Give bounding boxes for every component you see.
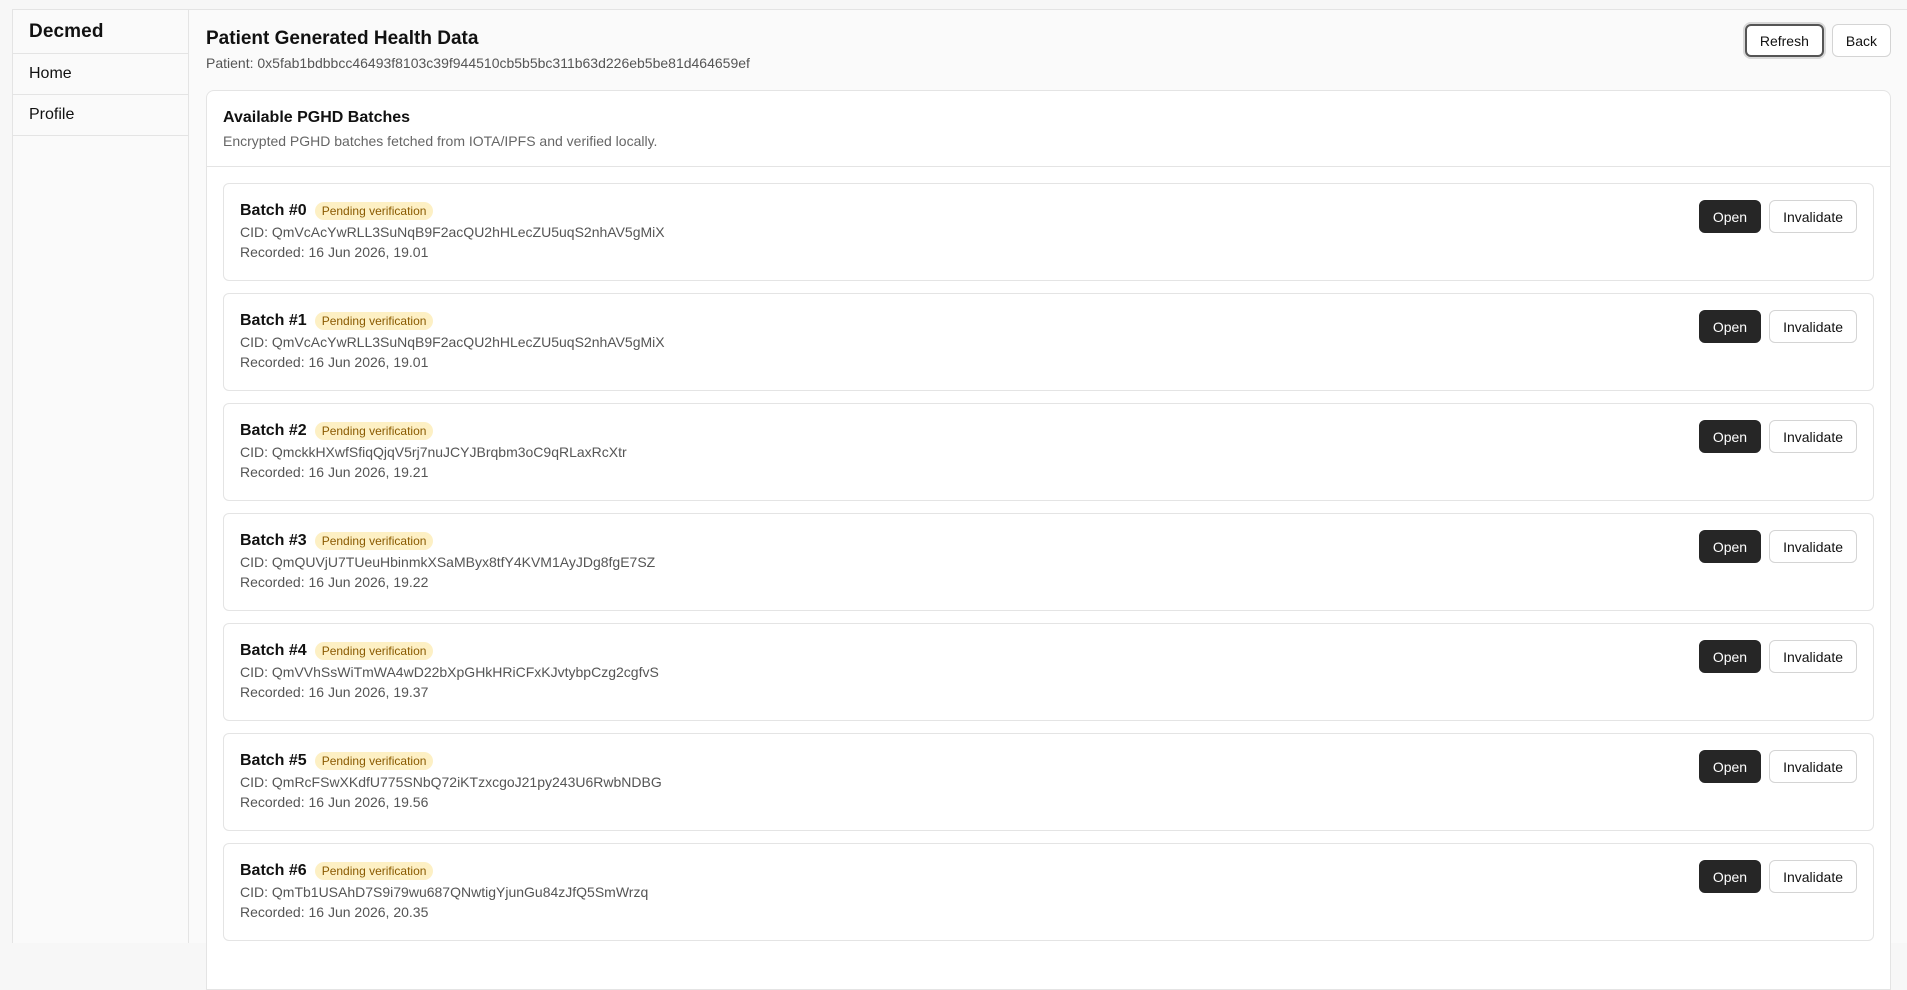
batch-recorded: Recorded: 16 Jun 2026, 19.37 — [240, 684, 1857, 700]
batch-title: Batch #1 — [240, 312, 307, 330]
batch-recorded: Recorded: 16 Jun 2026, 19.56 — [240, 794, 1857, 810]
batch-cid: CID: QmRcFSwXKdfU775SNbQ72iKTzxcgoJ21py2… — [240, 774, 1857, 790]
batch-cid: CID: QmckkHXwfSfiqQjqV5rj7nuJCYJBrqbm3oC… — [240, 444, 1857, 460]
batch-item: Batch #2 Pending verification CID: Qmckk… — [223, 403, 1874, 501]
batch-item: Batch #1 Pending verification CID: QmVcA… — [223, 293, 1874, 391]
status-badge: Pending verification — [315, 862, 434, 880]
batch-cid: CID: QmVcAcYwRLL3SuNqB9F2acQU2hHLecZU5uq… — [240, 224, 1857, 240]
status-badge: Pending verification — [315, 202, 434, 220]
batch-item: Batch #6 Pending verification CID: QmTb1… — [223, 843, 1874, 941]
open-button[interactable]: Open — [1699, 860, 1761, 893]
status-badge: Pending verification — [315, 532, 434, 550]
batch-recorded: Recorded: 16 Jun 2026, 19.01 — [240, 244, 1857, 260]
batches-card: Available PGHD Batches Encrypted PGHD ba… — [206, 90, 1891, 990]
card-header: Available PGHD Batches Encrypted PGHD ba… — [207, 91, 1890, 167]
batch-title: Batch #3 — [240, 532, 307, 550]
batch-cid: CID: QmQUVjU7TUeuHbinmkXSaMByx8tfY4KVM1A… — [240, 554, 1857, 570]
batch-recorded: Recorded: 16 Jun 2026, 19.01 — [240, 354, 1857, 370]
batch-item: Batch #0 Pending verification CID: QmVcA… — [223, 183, 1874, 281]
batch-title: Batch #5 — [240, 752, 307, 770]
batch-title: Batch #4 — [240, 642, 307, 660]
page-title: Patient Generated Health Data — [206, 28, 478, 50]
batch-title: Batch #6 — [240, 862, 307, 880]
batch-title: Batch #2 — [240, 422, 307, 440]
invalidate-button[interactable]: Invalidate — [1769, 420, 1857, 453]
main-content: Patient Generated Health Data Patient: 0… — [189, 10, 1907, 943]
batch-item: Batch #3 Pending verification CID: QmQUV… — [223, 513, 1874, 611]
batch-item: Batch #5 Pending verification CID: QmRcF… — [223, 733, 1874, 831]
batch-cid: CID: QmTb1USAhD7S9i79wu687QNwtigYjunGu84… — [240, 884, 1857, 900]
open-button[interactable]: Open — [1699, 310, 1761, 343]
invalidate-button[interactable]: Invalidate — [1769, 860, 1857, 893]
header-actions: Refresh Back — [1745, 24, 1891, 57]
open-button[interactable]: Open — [1699, 640, 1761, 673]
card-description: Encrypted PGHD batches fetched from IOTA… — [223, 133, 1874, 149]
patient-id: Patient: 0x5fab1bdbbcc46493f8103c39f9445… — [206, 55, 750, 71]
brand-logo: Decmed — [13, 10, 188, 54]
batch-recorded: Recorded: 16 Jun 2026, 19.21 — [240, 464, 1857, 480]
back-button[interactable]: Back — [1832, 24, 1891, 57]
invalidate-button[interactable]: Invalidate — [1769, 200, 1857, 233]
batch-item: Batch #4 Pending verification CID: QmVVh… — [223, 623, 1874, 721]
sidebar: Decmed Home Profile — [13, 10, 189, 943]
batch-cid: CID: QmVVhSsWiTmWA4wD22bXpGHkHRiCFxKJvty… — [240, 664, 1857, 680]
status-badge: Pending verification — [315, 422, 434, 440]
batch-cid: CID: QmVcAcYwRLL3SuNqB9F2acQU2hHLecZU5uq… — [240, 334, 1857, 350]
open-button[interactable]: Open — [1699, 530, 1761, 563]
batch-list: Batch #0 Pending verification CID: QmVcA… — [207, 167, 1890, 941]
open-button[interactable]: Open — [1699, 750, 1761, 783]
batch-recorded: Recorded: 16 Jun 2026, 20.35 — [240, 904, 1857, 920]
batch-title: Batch #0 — [240, 202, 307, 220]
sidebar-item-home[interactable]: Home — [13, 54, 188, 95]
card-title: Available PGHD Batches — [223, 109, 1874, 127]
open-button[interactable]: Open — [1699, 200, 1761, 233]
refresh-button[interactable]: Refresh — [1745, 24, 1824, 57]
invalidate-button[interactable]: Invalidate — [1769, 310, 1857, 343]
batch-recorded: Recorded: 16 Jun 2026, 19.22 — [240, 574, 1857, 590]
status-badge: Pending verification — [315, 312, 434, 330]
app-shell: Decmed Home Profile Patient Generated He… — [12, 9, 1907, 943]
invalidate-button[interactable]: Invalidate — [1769, 530, 1857, 563]
page-header: Patient Generated Health Data Patient: 0… — [206, 10, 1891, 90]
sidebar-item-profile[interactable]: Profile — [13, 95, 188, 136]
invalidate-button[interactable]: Invalidate — [1769, 750, 1857, 783]
status-badge: Pending verification — [315, 752, 434, 770]
invalidate-button[interactable]: Invalidate — [1769, 640, 1857, 673]
status-badge: Pending verification — [315, 642, 434, 660]
open-button[interactable]: Open — [1699, 420, 1761, 453]
